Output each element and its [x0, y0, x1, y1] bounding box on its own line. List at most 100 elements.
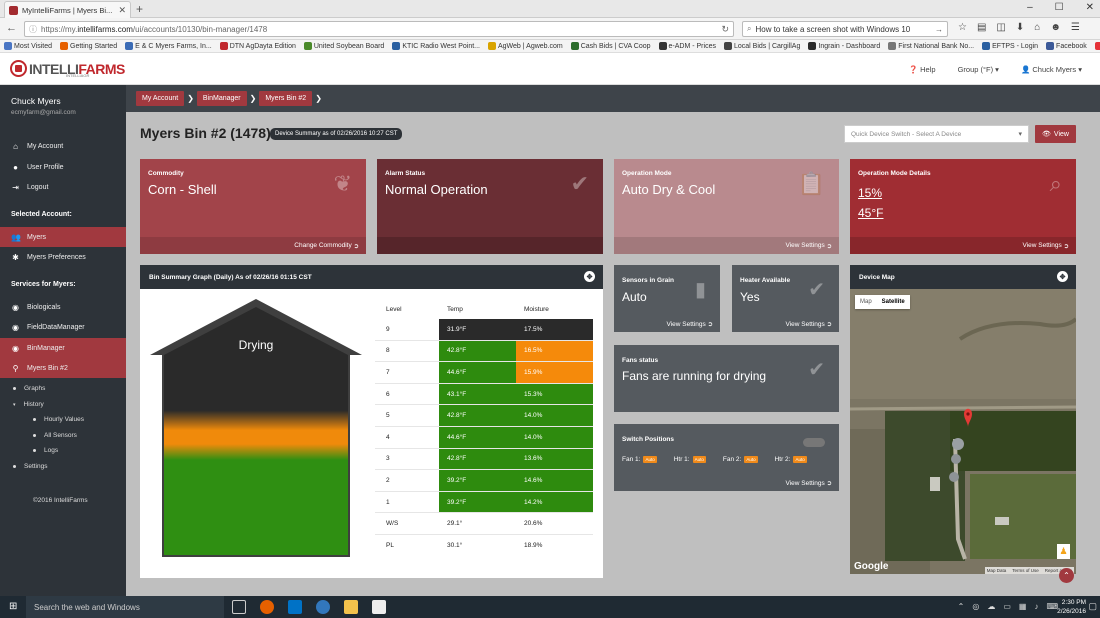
sidebar-item-user-profile[interactable]: ● User Profile: [0, 157, 126, 177]
street-view-icon[interactable]: ♟: [1057, 544, 1070, 559]
level-cell: 5: [386, 412, 390, 420]
menu-icon[interactable]: ☰: [1071, 22, 1080, 33]
sidebar-item-myers[interactable]: 👥 Myers: [0, 227, 126, 247]
sidebar-item-logs[interactable]: Logs: [33, 447, 58, 454]
file-explorer-icon[interactable]: [344, 600, 358, 614]
sync-icon[interactable]: ◎: [972, 602, 979, 611]
expand-icon[interactable]: ✥: [584, 271, 595, 282]
sidebar-item-all-sensors[interactable]: All Sensors: [33, 432, 77, 439]
expand-icon[interactable]: ✥: [1057, 271, 1068, 282]
device-map[interactable]: Map Satellite ♟ Google Map Data Terms of…: [850, 289, 1076, 574]
bookmark-item[interactable]: DTN AgDayta Edition: [219, 42, 296, 50]
help-link[interactable]: ❓ Help: [909, 65, 936, 74]
sidebar-item-settings[interactable]: Settings: [13, 463, 48, 470]
user-icon: ●: [13, 162, 18, 172]
sidebar-item-logout[interactable]: ⇥ Logout: [0, 177, 126, 197]
chevron-up-icon[interactable]: ⌃: [958, 602, 965, 611]
moisture-target-link[interactable]: 15%: [858, 183, 883, 203]
bookmark-star-icon[interactable]: ☆: [958, 22, 967, 33]
home-icon[interactable]: ⌂: [1034, 22, 1040, 33]
clock-time: 2:30 PM: [1061, 599, 1086, 606]
toggle-switch[interactable]: [803, 438, 825, 447]
breadcrumb-myers-bin-2[interactable]: Myers Bin #2: [259, 91, 313, 106]
bookmark-item[interactable]: E & C Myers Farms, In...: [125, 42, 212, 50]
network-icon[interactable]: ▦: [1019, 602, 1027, 611]
browser-tab[interactable]: MyIntelliFarms | Myers Bi... ✕: [4, 1, 131, 18]
logo-subtitle: INTELLIAGR: [66, 73, 90, 78]
map-type-map[interactable]: Map: [855, 295, 877, 309]
view-settings-link[interactable]: View Settings ➲: [666, 320, 713, 328]
bookmark-item[interactable]: e-ADM - Prices: [658, 42, 716, 50]
bookmark-item[interactable]: eBay: [1094, 42, 1100, 50]
outlook-icon[interactable]: [288, 600, 302, 614]
search-go-icon[interactable]: →: [935, 25, 943, 34]
view-settings-link[interactable]: View Settings ➲: [785, 479, 832, 487]
view-settings-link[interactable]: View Settings ➲: [785, 320, 832, 328]
info-icon[interactable]: ⓘ: [29, 24, 37, 35]
bookmark-item[interactable]: Facebook: [1046, 42, 1087, 50]
download-icon[interactable]: ⬇: [1016, 22, 1024, 33]
breadcrumb-my-account[interactable]: My Account: [136, 91, 185, 106]
close-window-icon[interactable]: ✕: [1086, 2, 1094, 13]
minimize-icon[interactable]: –: [1027, 2, 1033, 13]
new-tab-icon[interactable]: +: [136, 2, 143, 16]
sidebar-item-history[interactable]: ▾ History: [13, 401, 44, 408]
view-settings-link[interactable]: View Settings ➲: [614, 237, 839, 254]
bookmark-item[interactable]: Most Visited: [4, 42, 52, 50]
moisture-cell: 18.9%: [524, 542, 543, 550]
map-data-link[interactable]: Map Data: [987, 568, 1007, 573]
sidebar-item-binmanager[interactable]: ◉ BinManager: [0, 338, 126, 358]
address-bar[interactable]: ⓘ https://my.intellifarms.com/ui/account…: [24, 21, 734, 37]
camera-icon[interactable]: [372, 600, 386, 614]
firefox-icon[interactable]: [260, 600, 274, 614]
system-clock[interactable]: 2:30 PM 2/26/2016: [1057, 598, 1086, 616]
temperature-target-link[interactable]: 45°F: [858, 203, 883, 223]
card-label: Commodity: [148, 170, 184, 177]
bookmark-item[interactable]: KTIC Radio West Point...: [392, 42, 480, 50]
view-button[interactable]: 👁 View: [1035, 125, 1076, 143]
bookmark-item[interactable]: Cash Bids | CVA Coop: [570, 42, 651, 50]
sidebar-item-hourly-values[interactable]: Hourly Values: [33, 416, 84, 423]
reload-icon[interactable]: ↻: [721, 24, 729, 35]
terms-link[interactable]: Terms of Use: [1012, 568, 1039, 573]
close-tab-icon[interactable]: ✕: [118, 5, 126, 16]
moisture-cell: 13.6%: [516, 448, 593, 470]
chat-icon[interactable]: ☻: [1050, 22, 1061, 33]
edge-icon[interactable]: [316, 600, 330, 614]
change-commodity-link[interactable]: Change Commodity ➲: [140, 237, 366, 254]
task-view-icon[interactable]: [232, 600, 246, 614]
group-dropdown[interactable]: Group (°F) ▾: [958, 65, 999, 74]
bookmark-item[interactable]: EFTPS - Login: [982, 42, 1038, 50]
sidebar-item-fielddatamanager[interactable]: ◉ FieldDataManager: [0, 317, 126, 337]
scroll-top-button[interactable]: ⌃: [1059, 568, 1074, 583]
windows-start-icon[interactable]: ⊞: [9, 601, 17, 612]
bookmark-item[interactable]: AgWeb | Agweb.com: [488, 42, 563, 50]
reading-list-icon[interactable]: ▤: [977, 22, 986, 33]
pocket-icon[interactable]: ◫: [996, 22, 1005, 33]
bookmark-item[interactable]: First National Bank No...: [888, 42, 974, 50]
breadcrumb-binmanager[interactable]: BinManager: [196, 91, 247, 106]
taskbar-search[interactable]: Search the web and Windows: [26, 596, 224, 618]
quick-switch-placeholder: Quick Device Switch - Select A Device: [851, 130, 962, 138]
notifications-icon[interactable]: ▢: [1088, 601, 1097, 612]
switch-positions-card: Switch Positions Fan 1: Auto Htr 1: Auto F…: [614, 424, 839, 491]
user-menu[interactable]: 👤 Chuck Myers ▾: [1021, 65, 1082, 74]
sidebar-item-myers-bin-2[interactable]: ⚲ Myers Bin #2: [0, 358, 126, 378]
sidebar-item-graphs[interactable]: Graphs: [13, 385, 45, 392]
volume-icon[interactable]: ♪: [1034, 602, 1038, 611]
onedrive-icon[interactable]: ☁: [987, 602, 995, 611]
sidebar-item-biologicals[interactable]: ◉ Biologicals: [0, 297, 126, 317]
sidebar-item-myers-preferences[interactable]: ✱ Myers Preferences: [0, 247, 126, 267]
quick-device-switch-select[interactable]: Quick Device Switch - Select A Device ▾: [844, 125, 1029, 143]
sidebar-item-my-account[interactable]: ⌂ My Account: [0, 136, 126, 156]
back-icon[interactable]: ←: [6, 22, 17, 34]
maximize-icon[interactable]: ☐: [1055, 2, 1064, 13]
battery-icon[interactable]: ▭: [1003, 602, 1011, 611]
bookmark-item[interactable]: Local Bids | CargillAg: [723, 42, 800, 50]
map-type-satellite[interactable]: Satellite: [876, 295, 910, 309]
bookmark-item[interactable]: Getting Started: [60, 42, 117, 50]
bookmark-item[interactable]: Ingrain - Dashboard: [808, 42, 880, 50]
search-bar[interactable]: ⌕ How to take a screen shot with Windows…: [742, 21, 948, 37]
bookmark-item[interactable]: United Soybean Board: [303, 42, 384, 50]
view-settings-link[interactable]: View Settings ➲: [850, 237, 1076, 254]
